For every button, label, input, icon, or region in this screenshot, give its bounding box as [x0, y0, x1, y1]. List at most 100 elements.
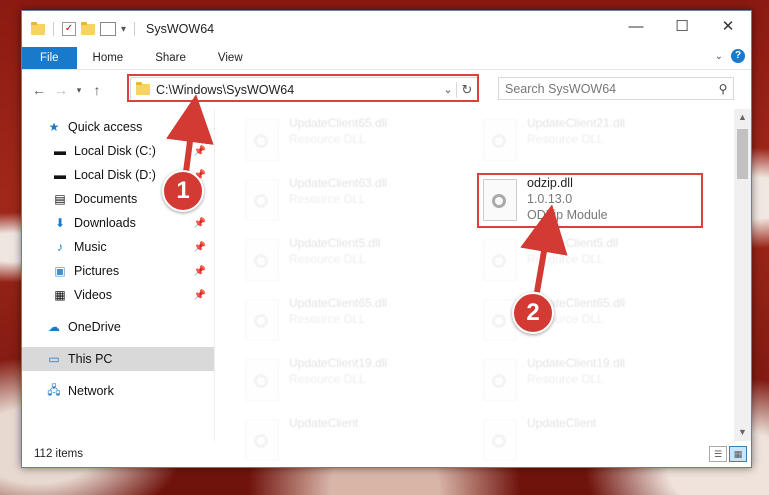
drive-icon: ▬ [54, 168, 66, 182]
sidebar-item-videos[interactable]: ▦ Videos 📌 [22, 283, 214, 307]
sidebar-item-label: Music [74, 240, 107, 254]
sidebar-item-this-pc[interactable]: ▭ This PC [22, 347, 214, 371]
dll-file-icon [483, 119, 517, 161]
tiles-view-icon[interactable]: ▦ [729, 446, 747, 462]
sidebar-item-label: Local Disk (C:) [74, 144, 156, 158]
star-icon: ★ [48, 120, 60, 134]
customize-icon[interactable] [100, 22, 116, 36]
sidebar-item-label: Network [68, 384, 114, 398]
address-highlight-box [127, 74, 479, 102]
list-item[interactable]: UpdateClient63.dll Resource DLL [241, 175, 461, 229]
up-arrow-icon[interactable]: ↑ [86, 82, 108, 98]
list-item[interactable]: UpdateClient19.dll Resource DLL [479, 355, 699, 409]
list-item[interactable]: UpdateClient65.dll Resource DLL [241, 295, 461, 349]
scroll-up-icon[interactable]: ▲ [734, 109, 751, 126]
file-name: UpdateClient19.dll [289, 356, 388, 370]
window-title: SysWOW64 [146, 22, 215, 36]
callout-badge-2: 2 [512, 292, 554, 334]
file-type: Resource DLL [527, 372, 604, 386]
dll-file-icon [483, 299, 517, 341]
list-item[interactable]: UpdateClient65.dll Resource DLL [241, 115, 461, 169]
pin-icon: 📌 [193, 217, 206, 229]
sidebar-item-label: OneDrive [68, 320, 121, 334]
explorer-window: ✓ ▾ SysWOW64 — ☐ ✕ File Home Share View … [21, 10, 752, 468]
network-icon: 🖧 [47, 382, 61, 397]
sidebar-item-label: Documents [74, 192, 138, 206]
file-list: UpdateClient65.dll Resource DLL UpdateCli… [215, 109, 751, 461]
dll-file-icon [245, 299, 279, 341]
drive-icon: ▬ [54, 144, 66, 158]
tab-home[interactable]: Home [77, 47, 140, 69]
sidebar-item-local-disk-c[interactable]: ▬ Local Disk (C:) 📌 [22, 139, 214, 163]
sidebar-item-label: Pictures [74, 264, 120, 278]
file-highlight-box [477, 173, 703, 228]
navigation-pane: ★ Quick access ▬ Local Disk (C:) 📌 ▬ Loc… [22, 109, 215, 441]
scrollbar-thumb[interactable] [737, 129, 748, 179]
expand-ribbon-icon[interactable]: ⌄ [715, 51, 723, 62]
close-icon[interactable]: ✕ [705, 11, 751, 41]
list-item[interactable]: UpdateClient5.dll Resource DLL [241, 235, 461, 289]
address-row: ← → ▾ ↑ C:\Windows\SysWOW64 ⌄ ↻ Search S… [22, 69, 751, 110]
download-icon: ⬇ [54, 216, 66, 230]
list-item[interactable]: UpdateClient21.dll Resource DLL [479, 115, 699, 169]
tab-file[interactable]: File [22, 47, 77, 69]
search-box[interactable]: Search SysWOW64 ⚲ [498, 77, 734, 100]
sidebar-item-quick-access[interactable]: ★ Quick access [22, 115, 214, 139]
new-folder-icon[interactable] [81, 21, 95, 35]
quick-access-toolbar: ✓ ▾ [22, 21, 138, 36]
folder-icon[interactable] [31, 21, 45, 35]
file-name: UpdateClient21.dll [527, 116, 626, 130]
videos-icon: ▦ [54, 288, 66, 302]
window-controls: — ☐ ✕ [613, 11, 751, 41]
ribbon-controls: ⌄ ? [715, 49, 745, 63]
search-input[interactable]: Search SysWOW64 [499, 82, 713, 96]
separator [134, 22, 136, 36]
file-name: UpdateClient65.dll [289, 116, 388, 130]
vertical-scrollbar[interactable]: ▲ ▼ [734, 109, 751, 441]
dll-file-icon [245, 239, 279, 281]
sidebar-item-label: Videos [74, 288, 112, 302]
properties-check-icon[interactable]: ✓ [62, 22, 76, 36]
file-name: UpdateClient5.dll [289, 236, 381, 250]
dll-file-icon [483, 359, 517, 401]
sidebar-item-downloads[interactable]: ⬇ Downloads 📌 [22, 211, 214, 235]
sidebar-item-pictures[interactable]: ▣ Pictures 📌 [22, 259, 214, 283]
tab-view[interactable]: View [202, 47, 259, 69]
search-icon[interactable]: ⚲ [713, 82, 733, 96]
list-item[interactable]: UpdateClient19.dll Resource DLL [241, 355, 461, 409]
ribbon-tabs: File Home Share View ⌄ ? [22, 47, 751, 69]
file-type: Resource DLL [289, 372, 366, 386]
dll-file-icon [245, 179, 279, 221]
item-count: 112 items [34, 448, 84, 460]
tab-share[interactable]: Share [139, 47, 202, 69]
minimize-icon[interactable]: — [613, 11, 659, 41]
file-name: UpdateClient65.dll [289, 296, 388, 310]
documents-icon: ▤ [54, 192, 66, 206]
forward-arrow-icon[interactable]: → [50, 82, 72, 98]
file-name: UpdateClient [289, 416, 359, 430]
file-name: UpdateClient63.dll [289, 176, 388, 190]
scroll-down-icon[interactable]: ▼ [734, 424, 751, 441]
dll-file-icon [245, 359, 279, 401]
details-view-icon[interactable]: ☰ [709, 446, 727, 462]
chevron-down-icon[interactable]: ▾ [121, 24, 126, 35]
sidebar-item-label: Quick access [68, 120, 143, 134]
pictures-icon: ▣ [54, 264, 66, 278]
file-type: Resource DLL [289, 312, 366, 326]
maximize-icon[interactable]: ☐ [659, 11, 705, 41]
recent-locations-icon[interactable]: ▾ [72, 85, 86, 96]
back-arrow-icon[interactable]: ← [28, 82, 50, 98]
music-icon: ♪ [57, 240, 63, 254]
sidebar-item-onedrive[interactable]: ☁ OneDrive [22, 315, 214, 339]
list-item[interactable]: UpdateClient5.dll Resource DLL [479, 235, 699, 289]
callout-badge-1: 1 [162, 170, 204, 212]
sidebar-item-music[interactable]: ♪ Music 📌 [22, 235, 214, 259]
status-bar: 112 items ☰ ▦ [22, 441, 751, 467]
list-item[interactable]: UpdateClient65.dll Resource DLL [479, 295, 699, 349]
sidebar-item-network[interactable]: 🖧 Network [22, 379, 214, 403]
sidebar-item-label: This PC [68, 352, 113, 366]
file-name: UpdateClient19.dll [527, 356, 626, 370]
file-type: Resource DLL [289, 252, 366, 266]
pin-icon: 📌 [193, 241, 206, 253]
help-icon[interactable]: ? [731, 49, 745, 63]
